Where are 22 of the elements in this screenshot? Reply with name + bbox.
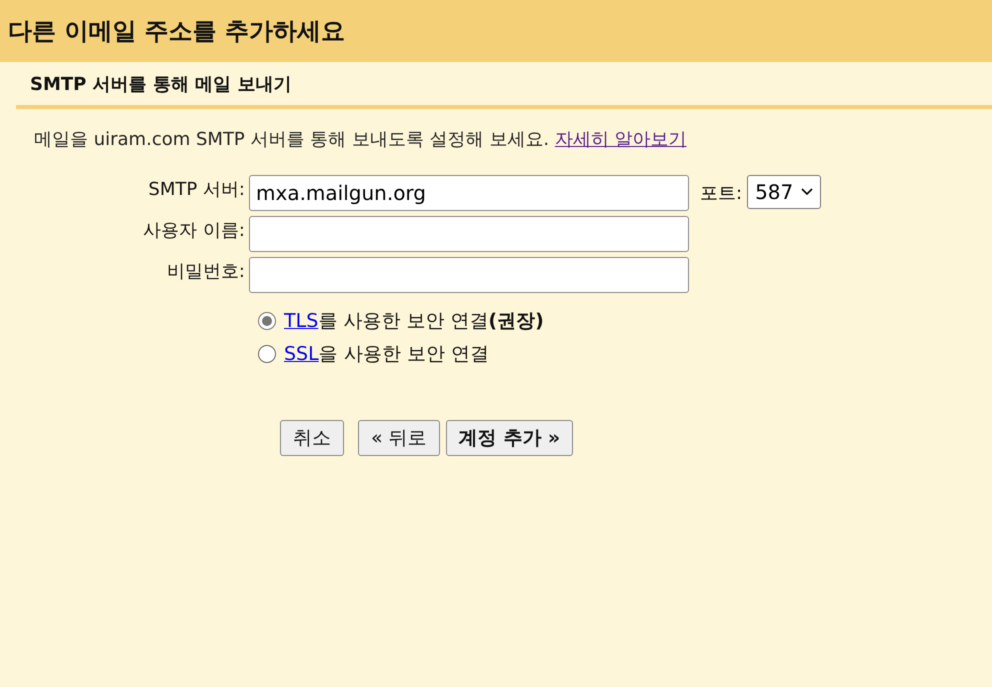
cancel-button[interactable]: 취소: [280, 420, 344, 456]
port-label: 포트:: [700, 182, 742, 205]
add-account-button[interactable]: 계정 추가 »: [446, 420, 574, 456]
port-dropdown[interactable]: 587: [747, 175, 822, 209]
option-label: SSL을 사용한 보안 연결: [284, 342, 489, 366]
learn-more-link[interactable]: 자세히 알아보기: [554, 129, 687, 150]
option-label: TLS를 사용한 보안 연결(권장): [284, 308, 544, 334]
chevron-icon: [801, 188, 814, 196]
window-title: 다른 이메일 주소를 추가하세요: [8, 16, 346, 47]
section-title: SMTP 서버를 통해 메일 보내기: [30, 72, 292, 96]
input-field[interactable]: mxa.mailgun.org: [249, 175, 689, 211]
protocol-link[interactable]: SSL: [284, 342, 319, 364]
input-field[interactable]: [249, 216, 689, 252]
back-button[interactable]: « 뒤로: [358, 420, 440, 456]
field-label: SMTP 서버:: [147, 178, 245, 201]
intro-text: 메일을 uiram.com SMTP 서버를 통해 보내도록 설정해 보세요. 자세히 알아보기: [34, 128, 688, 151]
field-label: 사용자 이름:: [142, 219, 245, 242]
field-label: 비밀번호:: [166, 260, 245, 283]
protocol-link[interactable]: TLS: [284, 310, 318, 332]
radio-button[interactable]: [258, 344, 276, 362]
input-field[interactable]: [249, 257, 689, 293]
radio-button[interactable]: [258, 312, 276, 330]
